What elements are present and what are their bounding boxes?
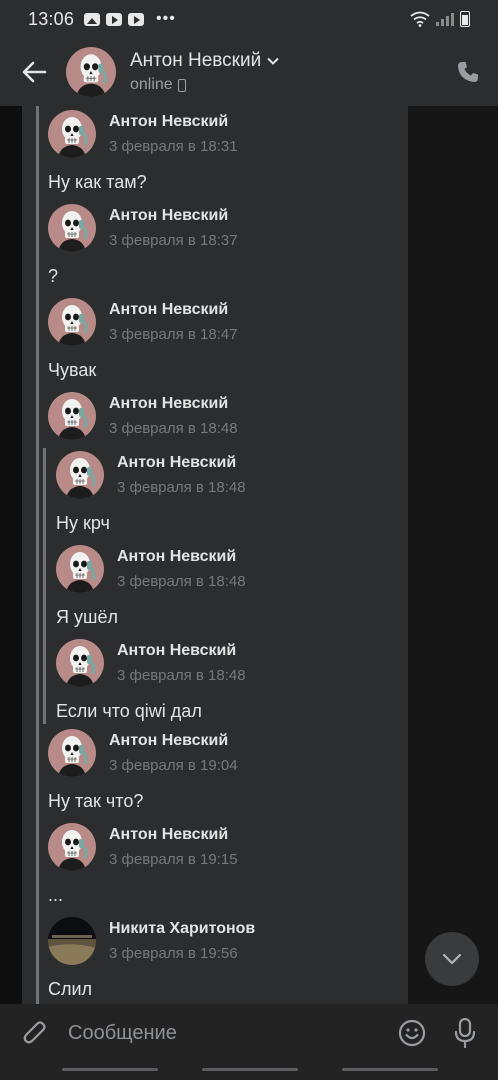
signal-icon (436, 12, 454, 26)
avatar (56, 451, 104, 499)
avatar[interactable] (66, 47, 116, 97)
chat-history[interactable]: Антон Невский 3 февраля в 18:31 Ну как т… (0, 106, 498, 1004)
message-date: 3 февраля в 18:48 (117, 667, 246, 684)
message-text: Чувак (48, 360, 97, 380)
status-bar: 13:06 ••• (0, 0, 498, 38)
more-notifications-icon: ••• (156, 10, 176, 27)
system-navigation-bar (0, 1062, 498, 1080)
sender-name: Антон Невский (109, 826, 229, 843)
contact-name: Антон Невский (130, 50, 262, 71)
chevron-down-icon (267, 57, 279, 65)
forward-quote-bar (36, 106, 39, 1004)
message-date: 3 февраля в 19:56 (109, 945, 238, 962)
phone-call-icon[interactable] (456, 60, 480, 84)
emoji-icon[interactable] (398, 1019, 426, 1047)
message-date: 3 февраля в 18:31 (109, 138, 238, 155)
avatar (48, 392, 96, 440)
chat-title[interactable]: Антон Невский online (130, 50, 279, 94)
avatar (56, 545, 104, 593)
message-text: ... (48, 885, 64, 905)
message-text: ? (48, 266, 59, 286)
message-date: 3 февраля в 19:04 (109, 757, 238, 774)
mobile-device-icon (177, 78, 186, 92)
avatar (48, 298, 96, 346)
youtube-notification-icon (106, 12, 123, 26)
message-text: Ну так что? (48, 791, 144, 811)
avatar (48, 823, 96, 871)
avatar (48, 204, 96, 252)
message-date: 3 февраля в 18:48 (109, 420, 238, 437)
sender-name: Антон Невский (117, 548, 237, 565)
gallery-notification-icon (84, 12, 101, 26)
message-date: 3 февраля в 19:15 (109, 851, 238, 868)
avatar (56, 639, 104, 687)
message-date: 3 февраля в 18:47 (109, 326, 238, 343)
avatar (48, 729, 96, 777)
sender-name: Антон Невский (109, 207, 229, 224)
youtube-notification-icon-2 (128, 12, 145, 26)
message-text: Я ушёл (56, 607, 118, 627)
sender-name: Антон Невский (109, 301, 229, 318)
online-status: online (130, 76, 173, 93)
nested-forward-quote-bar (43, 448, 46, 724)
sender-name: Антон Невский (109, 113, 229, 130)
battery-icon (460, 11, 470, 27)
avatar (48, 917, 96, 965)
message-text: Слил (48, 979, 93, 999)
message-text: Если что qiwi дал (56, 701, 202, 721)
message-date: 3 февраля в 18:48 (117, 573, 246, 590)
nav-recents-button[interactable] (62, 1068, 158, 1071)
message-text: Ну крч (56, 513, 110, 533)
wifi-icon (410, 11, 430, 27)
microphone-icon[interactable] (454, 1018, 476, 1048)
chat-header: Антон Невский online (0, 38, 498, 106)
chat-background (408, 106, 498, 1004)
clock: 13:06 (28, 8, 75, 29)
nav-home-button[interactable] (202, 1068, 298, 1071)
message-composer (0, 1004, 498, 1062)
message-date: 3 февраля в 18:37 (109, 232, 238, 249)
chevron-down-icon (442, 953, 462, 965)
sender-name: Антон Невский (109, 732, 229, 749)
avatar (48, 110, 96, 158)
paperclip-icon[interactable] (22, 1019, 48, 1047)
scroll-down-button[interactable] (425, 932, 479, 986)
sender-name: Антон Невский (109, 395, 229, 412)
sender-name: Антон Невский (117, 642, 237, 659)
back-arrow-icon[interactable] (20, 58, 48, 86)
notification-icons: ••• (84, 10, 176, 28)
message-date: 3 февраля в 18:48 (117, 479, 246, 496)
nav-back-button[interactable] (342, 1068, 438, 1071)
sender-name: Антон Невский (117, 454, 237, 471)
message-input[interactable] (68, 1021, 398, 1045)
message-text: Ну как там? (48, 172, 147, 192)
sender-name: Никита Харитонов (109, 920, 256, 937)
